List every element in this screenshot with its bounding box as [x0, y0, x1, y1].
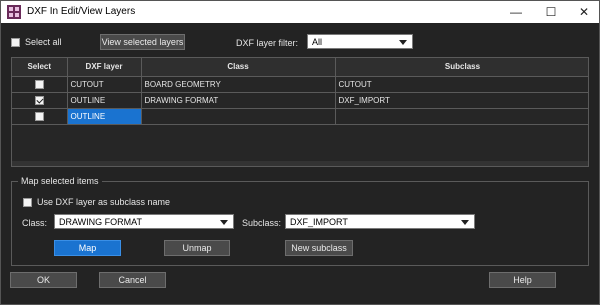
- chevron-down-icon: [220, 219, 228, 225]
- cancel-button[interactable]: Cancel: [99, 272, 166, 288]
- dxf-layer-cell[interactable]: OUTLINE: [67, 92, 142, 109]
- maximize-button[interactable]: ☐: [536, 1, 566, 23]
- close-button[interactable]: ✕: [569, 1, 599, 23]
- class-cell[interactable]: [141, 108, 336, 125]
- row-checkbox[interactable]: [34, 95, 44, 105]
- row-checkbox[interactable]: [34, 79, 44, 89]
- dxf-layer-cell[interactable]: OUTLINE: [67, 108, 142, 125]
- select-cell[interactable]: [12, 76, 68, 93]
- map-selected-items-group: Map selected items Use DXF layer as subc…: [11, 176, 589, 266]
- class-label: Class:: [22, 218, 48, 228]
- horizontal-scrollbar[interactable]: [12, 161, 588, 166]
- subclass-cell[interactable]: CUTOUT: [335, 76, 588, 93]
- dxf-layer-filter-value: All: [312, 36, 323, 47]
- subclass-select[interactable]: DXF_IMPORT: [285, 214, 475, 229]
- class-cell[interactable]: DRAWING FORMAT: [141, 92, 336, 109]
- help-button[interactable]: Help: [489, 272, 556, 288]
- chevron-down-icon: [461, 219, 469, 225]
- select-cell[interactable]: [12, 108, 68, 125]
- row-checkbox[interactable]: [34, 111, 44, 121]
- class-cell[interactable]: BOARD GEOMETRY: [141, 76, 336, 93]
- table-row[interactable]: CUTOUT BOARD GEOMETRY CUTOUT: [12, 76, 588, 93]
- table-row[interactable]: OUTLINE: [12, 108, 588, 125]
- ok-button[interactable]: OK: [10, 272, 77, 288]
- select-all-label: Select all: [25, 37, 62, 47]
- subclass-cell[interactable]: DXF_IMPORT: [335, 92, 588, 109]
- use-layer-as-subclass-label: Use DXF layer as subclass name: [37, 197, 171, 207]
- column-header-select[interactable]: Select: [12, 58, 68, 77]
- minimize-button[interactable]: —: [501, 1, 531, 23]
- table-header-row: Select DXF layer Class Subclass: [12, 58, 588, 77]
- layer-table: Select DXF layer Class Subclass CUTOUT B…: [11, 57, 589, 167]
- group-title: Map selected items: [18, 176, 102, 186]
- column-header-dxf-layer[interactable]: DXF layer: [67, 58, 142, 77]
- unmap-button[interactable]: Unmap: [164, 240, 230, 256]
- subclass-select-value: DXF_IMPORT: [290, 216, 348, 227]
- new-subclass-button[interactable]: New subclass: [285, 240, 353, 256]
- column-header-subclass[interactable]: Subclass: [335, 58, 588, 77]
- app-icon: [7, 5, 21, 19]
- select-cell[interactable]: [12, 92, 68, 109]
- class-select[interactable]: DRAWING FORMAT: [54, 214, 234, 229]
- subclass-cell[interactable]: [335, 108, 588, 125]
- map-button[interactable]: Map: [54, 240, 121, 256]
- dxf-layer-cell[interactable]: CUTOUT: [67, 76, 142, 93]
- subclass-label: Subclass:: [242, 218, 282, 228]
- dxf-layer-filter-select[interactable]: All: [307, 34, 413, 49]
- table-row[interactable]: OUTLINE DRAWING FORMAT DXF_IMPORT: [12, 92, 588, 109]
- select-all-checkbox[interactable]: [11, 38, 20, 47]
- class-select-value: DRAWING FORMAT: [59, 216, 142, 227]
- title-bar: DXF In Edit/View Layers — ☐ ✕: [1, 1, 599, 23]
- use-layer-as-subclass-checkbox[interactable]: [23, 198, 32, 207]
- dxf-layers-dialog: DXF In Edit/View Layers — ☐ ✕ Select all…: [0, 0, 600, 305]
- view-selected-layers-button[interactable]: View selected layers: [100, 34, 185, 50]
- window-title: DXF In Edit/View Layers: [27, 6, 136, 17]
- chevron-down-icon: [399, 39, 407, 45]
- column-header-class[interactable]: Class: [141, 58, 336, 77]
- dxf-layer-filter-label: DXF layer filter:: [236, 38, 299, 48]
